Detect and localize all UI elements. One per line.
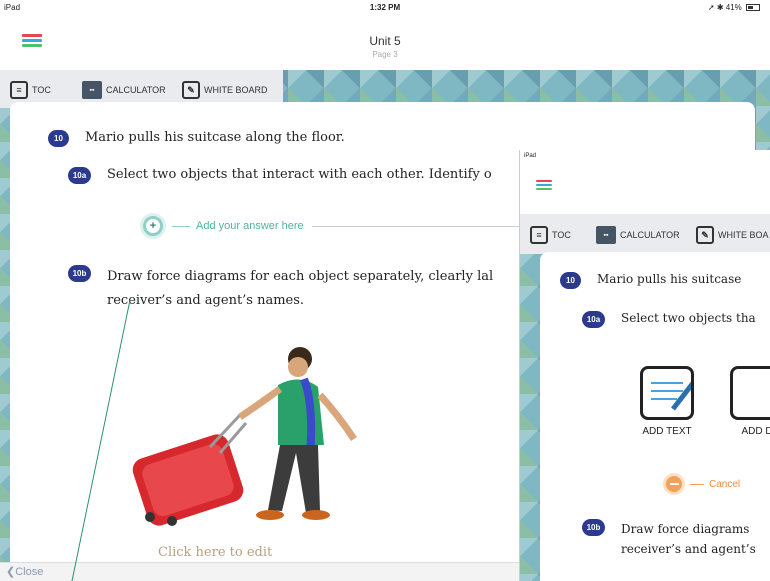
chevron-left-icon: ❮ (6, 566, 16, 578)
inset-toc-button[interactable]: ≡ TOC (530, 225, 571, 245)
drawing-icon (730, 366, 770, 420)
part-text-10a: Select two objects that interact with ea… (107, 167, 492, 182)
add-text-label: ADD TEXT (642, 426, 692, 437)
inset-part-badge-10a: 10a (582, 311, 605, 328)
inset-part-text-10b-line2: receiver’s and agent’s (621, 542, 756, 556)
inset-calculator-label: CALCULATOR (620, 230, 680, 240)
question-number-badge: 10 (48, 130, 69, 147)
suitcase-icon (132, 413, 248, 526)
plus-icon: + (146, 219, 160, 233)
pencil-icon: ✎ (182, 81, 200, 99)
part-badge-10a: 10a (68, 167, 91, 184)
question-10a: 10a Select two objects that interact wit… (68, 167, 492, 184)
minus-icon (669, 483, 679, 485)
cancel-row: Cancel (663, 473, 740, 495)
toc-button[interactable]: ≡ TOC (10, 80, 51, 100)
calculator-button[interactable]: ▪▪ CALCULATOR (82, 80, 166, 100)
add-answer-button[interactable]: + (140, 213, 166, 239)
person-icon (238, 347, 357, 520)
inset-toc-icon: ≡ (530, 226, 548, 244)
calculator-icon: ▪▪ (82, 81, 102, 99)
close-button[interactable]: ❮Close (6, 565, 43, 578)
part-badge-10b: 10b (68, 265, 91, 282)
part-text-10b-line2: receiver’s and agent’s names. (107, 293, 305, 308)
close-label: Close (15, 566, 44, 578)
cancel-label[interactable]: Cancel (709, 479, 740, 490)
notepad-icon (640, 366, 695, 420)
inset-part-text-10b-line1: Draw force diagrams (621, 522, 750, 536)
mario-suitcase-illustration (132, 347, 357, 526)
inset-question-number-badge: 10 (560, 272, 581, 289)
inset-pencil-icon: ✎ (696, 226, 714, 244)
inset-question-10a: 10a Select two objects tha (582, 311, 756, 328)
toc-icon: ≡ (10, 81, 28, 99)
click-to-edit-text[interactable]: Click here to edit (158, 545, 272, 560)
question-10b: 10b Draw force diagrams for each object … (68, 265, 493, 313)
answer-dash (172, 225, 190, 227)
inset-whiteboard-button[interactable]: ✎ WHITE BOA (696, 225, 769, 245)
battery-percent: 41% (725, 3, 742, 12)
page-title: Unit 5 (369, 34, 401, 48)
whiteboard-button[interactable]: ✎ WHITE BOARD (182, 80, 268, 100)
status-right: ➚ ✱ 41% (708, 3, 760, 12)
inset-nav-bar (520, 164, 770, 214)
question-10: 10 Mario pulls his suitcase along the fl… (48, 130, 345, 147)
inset-whiteboard-label: WHITE BOA (718, 230, 769, 240)
add-drawing-button[interactable]: ADD D (730, 366, 770, 437)
battery-icon (746, 4, 760, 12)
nav-bar: Unit 5 Page 3 (0, 18, 770, 70)
inset-menu-icon[interactable] (536, 180, 552, 194)
inset-question-10b: 10b Draw force diagrams receiver’s and a… (582, 519, 756, 559)
question-text: Mario pulls his suitcase along the floor… (85, 130, 345, 145)
inset-screenshot: iPad ≡ TOC ▪▪ CALCULATOR ✎ WHITE BOA 10 … (519, 150, 770, 581)
inset-calculator-button[interactable]: ▪▪ CALCULATOR (596, 225, 680, 245)
add-text-button[interactable]: ADD TEXT (640, 366, 695, 437)
part-text-10b-line1: Draw force diagrams for each object sepa… (107, 269, 494, 284)
add-drawing-label: ADD D (741, 426, 770, 437)
calculator-label: CALCULATOR (106, 85, 166, 95)
cancel-dash (690, 483, 704, 485)
inset-question-text: Mario pulls his suitcase (597, 272, 742, 286)
inset-toc-label: TOC (552, 230, 571, 240)
cancel-button[interactable] (663, 473, 685, 495)
whiteboard-label: WHITE BOARD (204, 85, 268, 95)
answer-row: + Add your answer here (140, 213, 540, 239)
answer-line (311, 225, 540, 227)
inset-device-name: iPad (524, 153, 537, 159)
add-answer-link[interactable]: Add your answer here (196, 220, 304, 232)
inset-toolbar: ≡ TOC ▪▪ CALCULATOR ✎ WHITE BOA (520, 214, 770, 254)
location-icon: ➚ (707, 3, 715, 12)
bluetooth-icon: ✱ (716, 3, 724, 12)
toc-label: TOC (32, 85, 51, 95)
status-bar: iPad 1:32 PM ➚ ✱ 41% (0, 0, 770, 18)
page-subtitle: Page 3 (372, 50, 398, 59)
inset-status-bar: iPad (520, 150, 770, 164)
inset-part-text-10a: Select two objects tha (621, 311, 756, 325)
inset-part-badge-10b: 10b (582, 519, 605, 536)
inset-question-10: 10 Mario pulls his suitcase (560, 272, 741, 289)
inset-calculator-icon: ▪▪ (596, 226, 616, 244)
status-time: 1:32 PM (369, 3, 401, 12)
